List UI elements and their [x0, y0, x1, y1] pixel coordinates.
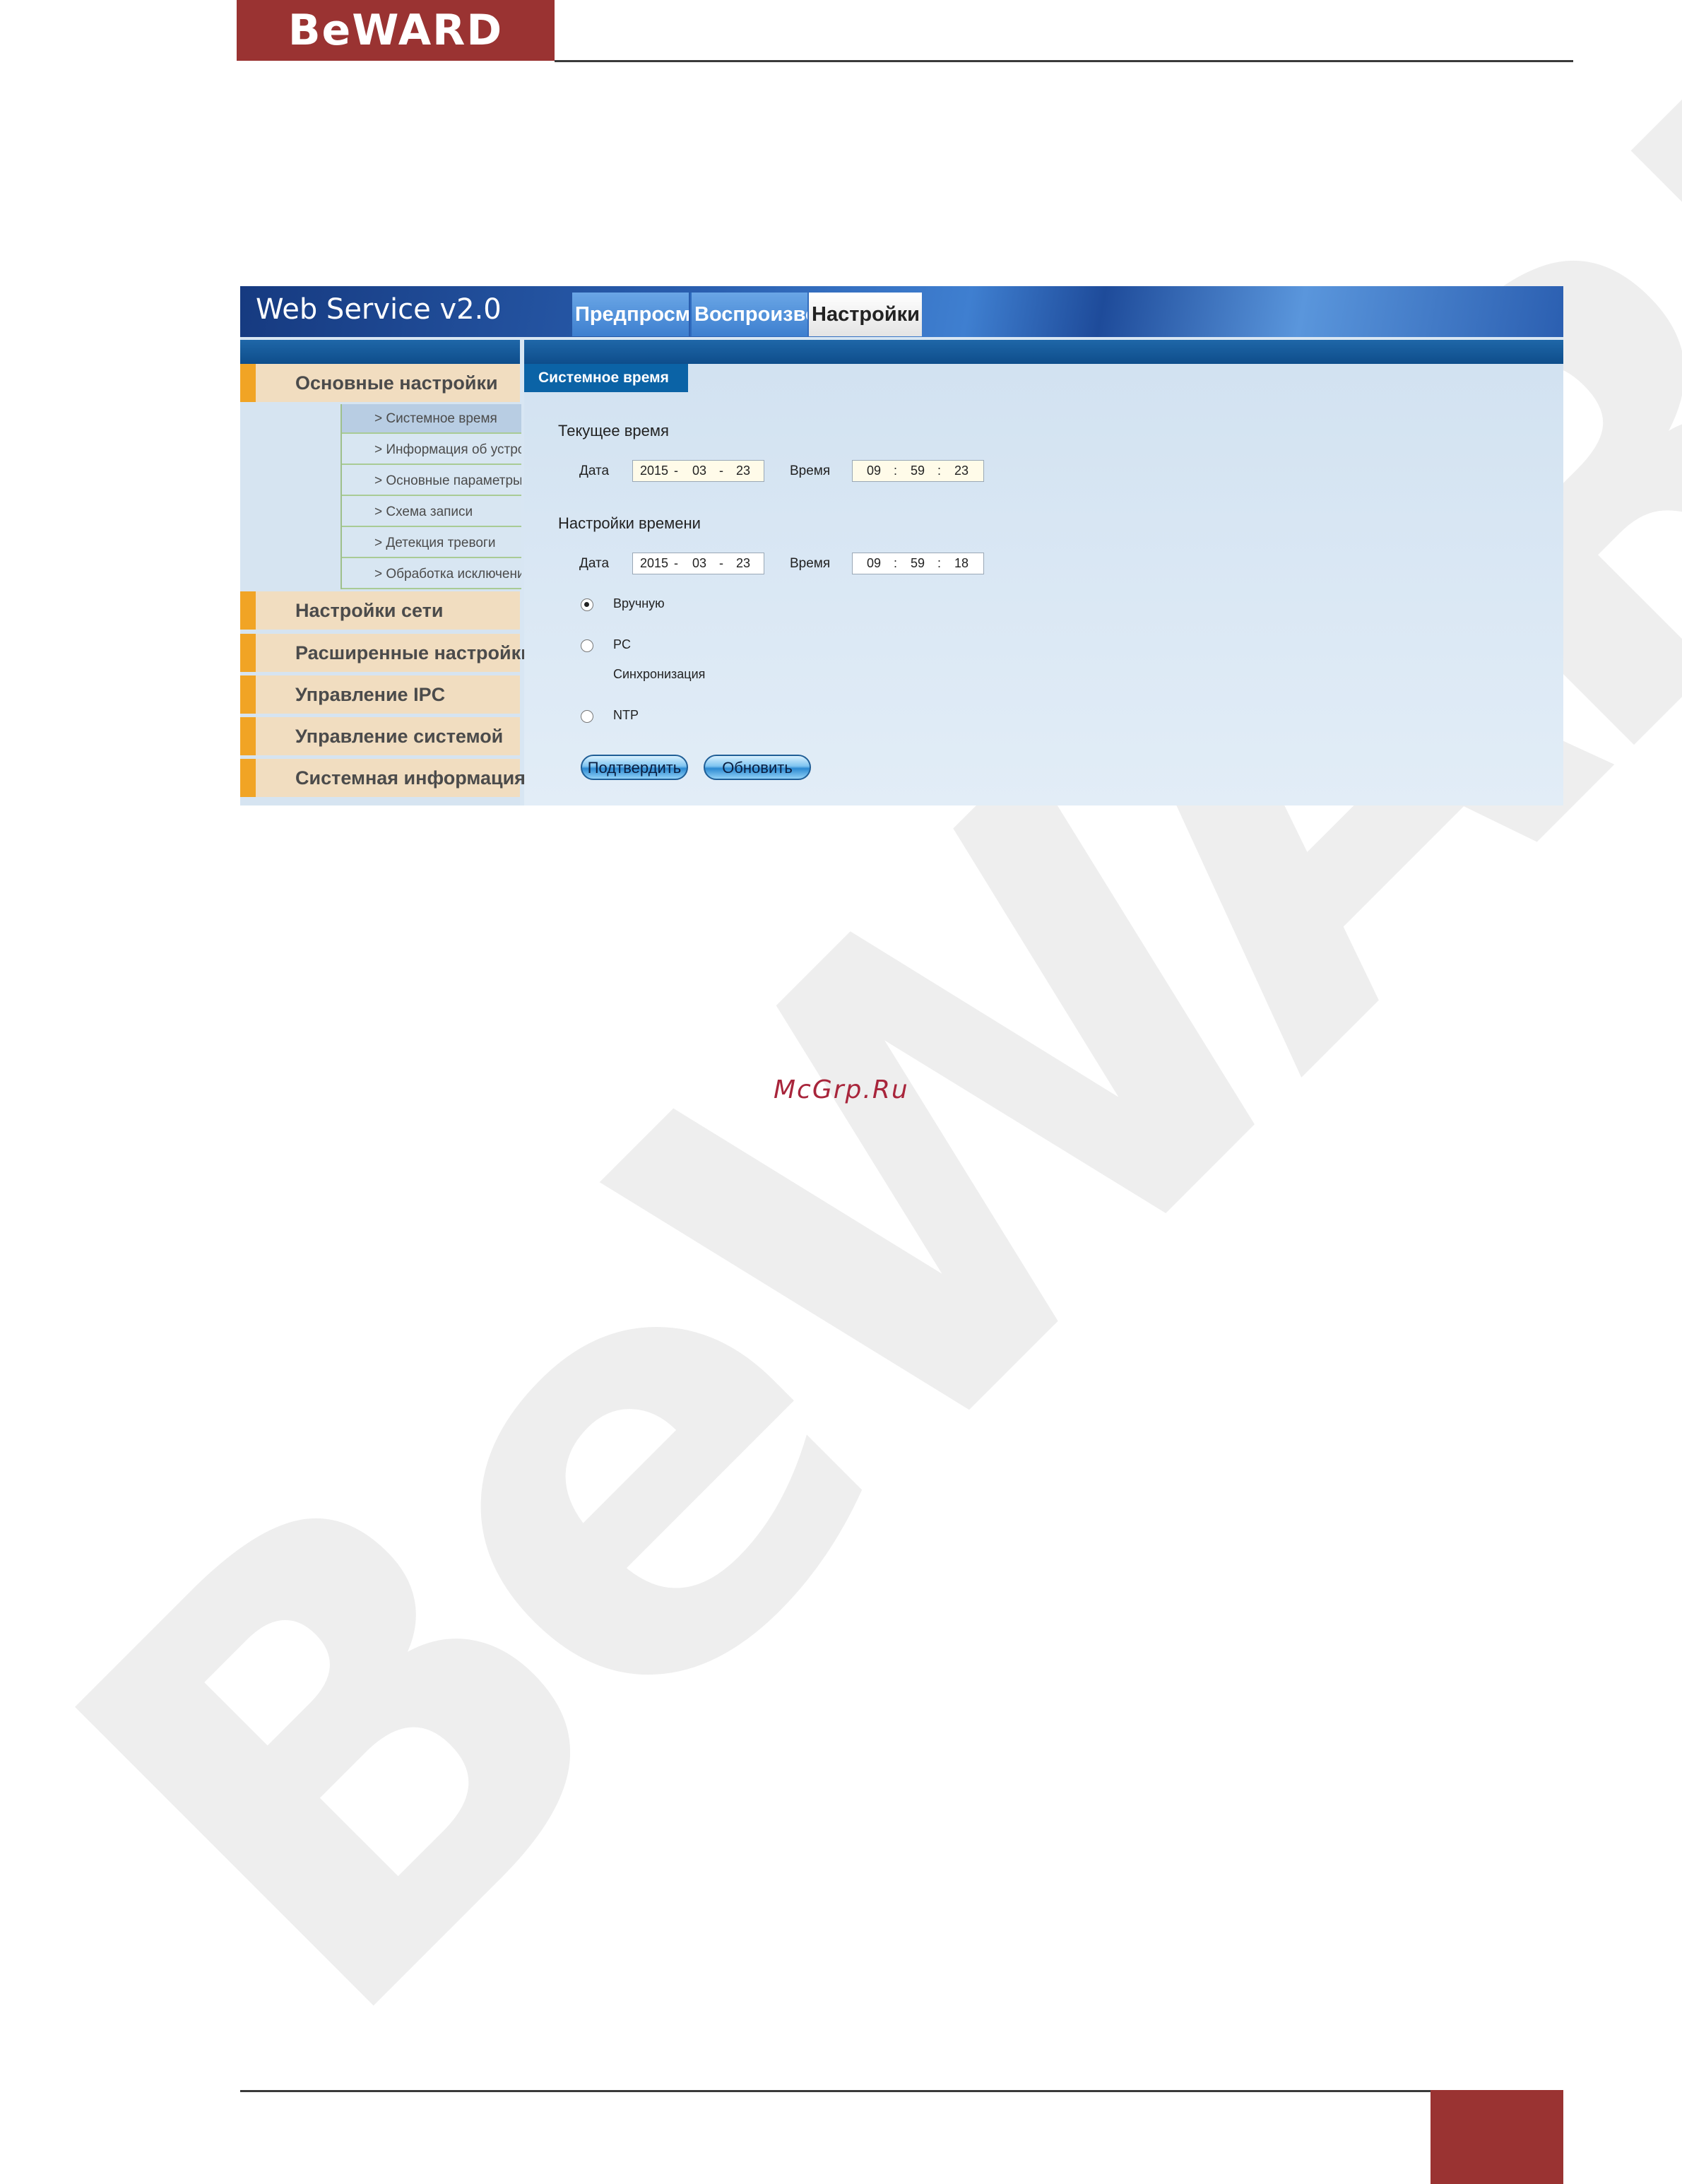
current-date-month: 03	[692, 464, 707, 478]
time-separator: :	[894, 464, 898, 478]
current-time-heading: Текущее время	[558, 422, 669, 439]
blue-strip	[240, 340, 1563, 364]
radio-ntp[interactable]	[581, 710, 593, 723]
set-time-seconds[interactable]: 18	[954, 553, 969, 574]
submenu-item-record-schedule[interactable]: > Схема записи	[342, 497, 521, 527]
mcgrp-watermark: McGrp.Ru	[774, 1075, 909, 1104]
set-time-minutes[interactable]: 59	[911, 553, 925, 574]
refresh-button[interactable]: Обновить	[704, 755, 811, 780]
tab-preview[interactable]: Предпросмотр	[572, 293, 689, 336]
date-separator: -	[674, 464, 678, 478]
content-panel: Системное время Текущее время Дата 2015 …	[524, 364, 1563, 805]
submenu: > Системное время > Информация об устрой…	[340, 404, 521, 589]
footer-rule	[240, 2090, 1431, 2092]
current-date-day: 23	[736, 464, 751, 478]
set-date-month[interactable]: 03	[692, 553, 706, 574]
current-date-label: Дата	[579, 464, 610, 478]
time-separator: :	[937, 464, 942, 478]
sidebar-item-basic-settings[interactable]: Основные настройки	[240, 364, 520, 402]
set-time-field[interactable]: 09 : 59 : 18	[852, 553, 984, 574]
section-title: Системное время	[524, 364, 688, 392]
current-time-minutes: 59	[911, 464, 925, 478]
page-number-block	[1431, 2090, 1563, 2184]
set-date-field[interactable]: 2015 - 03 - 23	[632, 553, 764, 574]
sidebar: Основные настройки > Системное время > И…	[240, 364, 533, 805]
set-date-label: Дата	[579, 556, 610, 571]
current-time-seconds: 23	[954, 464, 969, 478]
submenu-item-alarm-detection[interactable]: > Детекция тревоги	[342, 529, 521, 558]
submenu-item-basic-params[interactable]: > Основные параметры	[342, 466, 521, 496]
sidebar-item-system-management[interactable]: Управление системой	[240, 717, 520, 755]
time-separator: :	[894, 556, 898, 570]
top-bar: Web Service v2.0 Предпросмотр Воспроизве…	[240, 286, 1563, 337]
web-service-screenshot: Web Service v2.0 Предпросмотр Воспроизве…	[240, 286, 1563, 805]
radio-ntp-label: NTP	[613, 708, 639, 722]
current-date-field: 2015 - 03 - 23	[632, 460, 764, 482]
sidebar-item-advanced[interactable]: Расширенные настройки	[240, 634, 533, 672]
date-separator: -	[674, 556, 678, 570]
submenu-item-exceptions[interactable]: > Обработка исключений	[342, 560, 521, 589]
radio-manual[interactable]	[581, 598, 593, 611]
set-time-label: Время	[790, 556, 831, 571]
sidebar-item-system-info[interactable]: Системная информация	[240, 759, 526, 797]
radio-pc-label: PC	[613, 637, 632, 651]
time-settings-heading: Настройки времени	[558, 514, 701, 532]
sidebar-item-network[interactable]: Настройки сети	[240, 591, 520, 630]
date-separator: -	[719, 556, 723, 570]
tab-settings[interactable]: Настройки	[809, 293, 922, 336]
current-time-field: 09 : 59 : 23	[852, 460, 984, 482]
app-title: Web Service v2.0	[256, 293, 502, 326]
set-date-year[interactable]: 2015	[640, 553, 668, 574]
current-time-label: Время	[790, 464, 831, 478]
submenu-item-system-time[interactable]: > Системное время	[342, 404, 521, 434]
date-separator: -	[719, 464, 723, 478]
submenu-item-device-info[interactable]: > Информация об устройстве	[342, 435, 521, 465]
sidebar-item-ipc-management[interactable]: Управление IPC	[240, 675, 520, 714]
current-time-hours: 09	[867, 464, 882, 478]
set-date-day[interactable]: 23	[736, 553, 750, 574]
header-rule	[555, 60, 1573, 62]
radio-pc-sync[interactable]	[581, 639, 593, 652]
confirm-button[interactable]: Подтвердить	[581, 755, 688, 780]
set-time-hours[interactable]: 09	[867, 553, 881, 574]
radio-manual-label: Вручную	[613, 596, 665, 610]
radio-pc-sync-label: Синхронизация	[613, 667, 706, 681]
tab-playback[interactable]: Воспроизведение	[690, 293, 807, 336]
brand-logo: BeWARD	[237, 0, 555, 61]
current-date-year: 2015	[640, 464, 669, 478]
time-separator: :	[937, 556, 942, 570]
